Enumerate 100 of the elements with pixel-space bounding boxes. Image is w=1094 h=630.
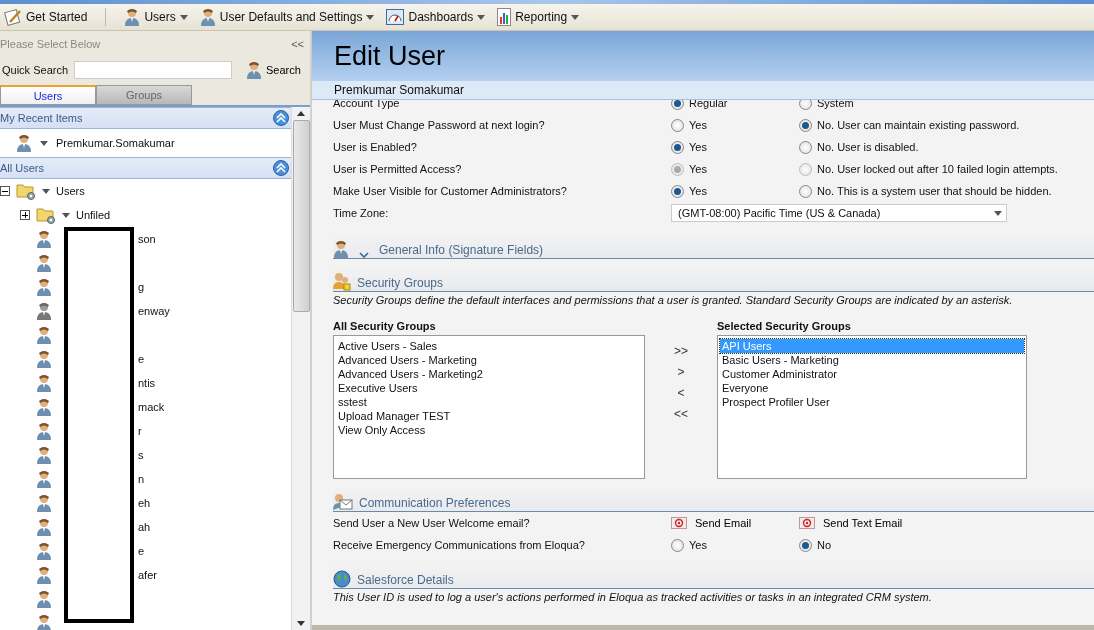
user-name-fragment[interactable]: g	[138, 281, 145, 293]
panel-title: Please Select Below	[0, 38, 101, 50]
list-option[interactable]: sstest	[336, 395, 642, 409]
radio-button[interactable]	[799, 100, 812, 110]
toolbar-menu-button[interactable]: Reporting	[495, 8, 582, 26]
user-icon	[36, 446, 52, 464]
tree-folder[interactable]: Users	[56, 185, 85, 197]
section-title: My Recent Items	[0, 112, 83, 124]
radio-button[interactable]	[671, 538, 684, 552]
list-box[interactable]: API Users Basic Users - Marketing Customer Administrator Everyone Prospect Profiler User	[717, 335, 1027, 479]
list-option[interactable]: View Only Access	[336, 423, 642, 437]
user-icon	[124, 8, 141, 26]
radio-button[interactable]	[799, 140, 812, 154]
user-name-fragment[interactable]: son	[138, 233, 156, 245]
user-name-fragment[interactable]: r	[138, 425, 142, 437]
list-option[interactable]: Active Users - Sales	[336, 339, 642, 353]
move-button[interactable]: >>	[674, 344, 688, 358]
caret-icon	[366, 14, 375, 20]
user-icon	[36, 374, 52, 392]
collapse-toggle-icon[interactable]	[0, 186, 10, 196]
recent-user-item[interactable]: Premkumar.Somakumar	[56, 137, 175, 149]
list-title: Selected Security Groups	[717, 320, 852, 332]
user-name-fragment[interactable]: ntis	[138, 377, 156, 389]
toolbar-menu-button[interactable]: Users	[122, 8, 190, 26]
radio-label: Yes	[689, 141, 707, 153]
list-box[interactable]: Active Users - Sales Advanced Users - Marketing Advanced Users - Marketing2 Executive Users sstest Upload Manager TEST View Only Access	[333, 335, 645, 479]
user-icon	[36, 518, 52, 536]
quick-search-field[interactable]	[74, 61, 233, 79]
send-email-button[interactable]: Send Email	[671, 517, 799, 529]
bar-chart-icon	[497, 8, 512, 26]
scroll-up-icon[interactable]	[297, 111, 305, 116]
list-option[interactable]: Everyone	[720, 381, 1024, 395]
collapse-up-icon[interactable]	[273, 110, 289, 126]
field-label: User is Enabled?	[333, 141, 418, 153]
move-button[interactable]: <<	[674, 407, 688, 421]
gauge-window-icon	[386, 9, 405, 25]
user-name-fragment[interactable]: n	[138, 473, 145, 485]
tab[interactable]: Users	[0, 85, 96, 105]
user-name-fragment[interactable]: ah	[138, 521, 151, 533]
caret-icon	[40, 140, 48, 146]
user-name-fragment[interactable]: e	[138, 353, 145, 365]
list-option[interactable]: Advanced Users - Marketing2	[336, 367, 642, 381]
collapse-up-icon[interactable]	[273, 160, 289, 176]
user-name-fragment[interactable]: mack	[138, 401, 165, 413]
user-icon	[36, 590, 52, 608]
user-name-fragment[interactable]: eh	[138, 497, 151, 509]
toolbar-menu-button[interactable]: Dashboards	[384, 9, 488, 25]
toolbar-menu-button[interactable]: Get Started	[2, 8, 90, 26]
user-name-fragment[interactable]: s	[138, 449, 144, 461]
tree-folder[interactable]: Unfiled	[76, 209, 111, 221]
move-button[interactable]: >	[677, 365, 685, 379]
radio-label: No. User is disabled.	[817, 141, 919, 153]
radio-button[interactable]	[799, 118, 812, 132]
field-label: User Must Change Password at next login?	[333, 119, 546, 131]
caret-icon	[179, 14, 188, 20]
caret-icon	[994, 210, 1002, 216]
radio-button[interactable]	[671, 100, 684, 110]
radio-label: No	[817, 539, 832, 551]
collapse-button[interactable]: <<	[291, 38, 304, 50]
notepad-pencil-icon	[4, 8, 22, 26]
list-option[interactable]: Executive Users	[336, 381, 642, 395]
user-icon	[36, 398, 52, 416]
radio-button[interactable]	[671, 118, 684, 132]
list-option[interactable]: Advanced Users - Marketing	[336, 353, 642, 367]
radio-label: No. This is a system user that should be hidden.	[817, 185, 1052, 197]
radio-label: Yes	[689, 539, 707, 551]
user-icon	[16, 134, 32, 152]
user-name-fragment[interactable]: e	[138, 545, 145, 557]
radio-button[interactable]	[799, 184, 812, 198]
move-button[interactable]: <	[677, 386, 685, 400]
caret-icon	[477, 14, 486, 20]
scrollbar-thumb[interactable]	[292, 120, 310, 312]
field-label: Time Zone:	[333, 207, 390, 219]
disabled-user-icon	[36, 302, 52, 320]
section-title[interactable]: General Info (Signature Fields)	[379, 243, 544, 258]
user-name-fragment[interactable]: afer	[138, 569, 157, 581]
radio-button[interactable]	[671, 140, 684, 154]
field-label: Account Type	[333, 100, 401, 109]
radio-label: No. User locked out after 10 failed login attempts.	[817, 163, 1058, 175]
search-button[interactable]: Search	[246, 61, 301, 79]
radio-label: Yes	[689, 119, 707, 131]
list-option[interactable]: Basic Users - Marketing	[720, 353, 1024, 367]
tab[interactable]: Groups	[96, 85, 192, 105]
user-icon	[36, 254, 52, 272]
list-option[interactable]: Prospect Profiler User	[720, 395, 1024, 409]
radio-button[interactable]	[799, 538, 812, 552]
user-icon	[36, 494, 52, 512]
list-option[interactable]: Customer Administrator	[720, 367, 1024, 381]
user-icon	[36, 470, 52, 488]
scrollbar[interactable]	[291, 107, 310, 630]
time-zone-dropdown[interactable]: (GMT-08:00) Pacific Time (US & Canada)	[671, 204, 1007, 222]
send-email-button[interactable]: Send Text Email	[799, 517, 903, 529]
caret-icon	[42, 188, 50, 194]
chevron-down-icon[interactable]	[359, 252, 369, 258]
scroll-down-icon[interactable]	[297, 621, 305, 626]
toolbar-menu-button[interactable]: User Defaults and Settings	[197, 8, 377, 26]
list-option[interactable]: Upload Manager TEST	[336, 409, 642, 423]
user-icon	[36, 326, 52, 344]
radio-button[interactable]	[671, 184, 684, 198]
expand-toggle-icon[interactable]	[20, 210, 30, 220]
